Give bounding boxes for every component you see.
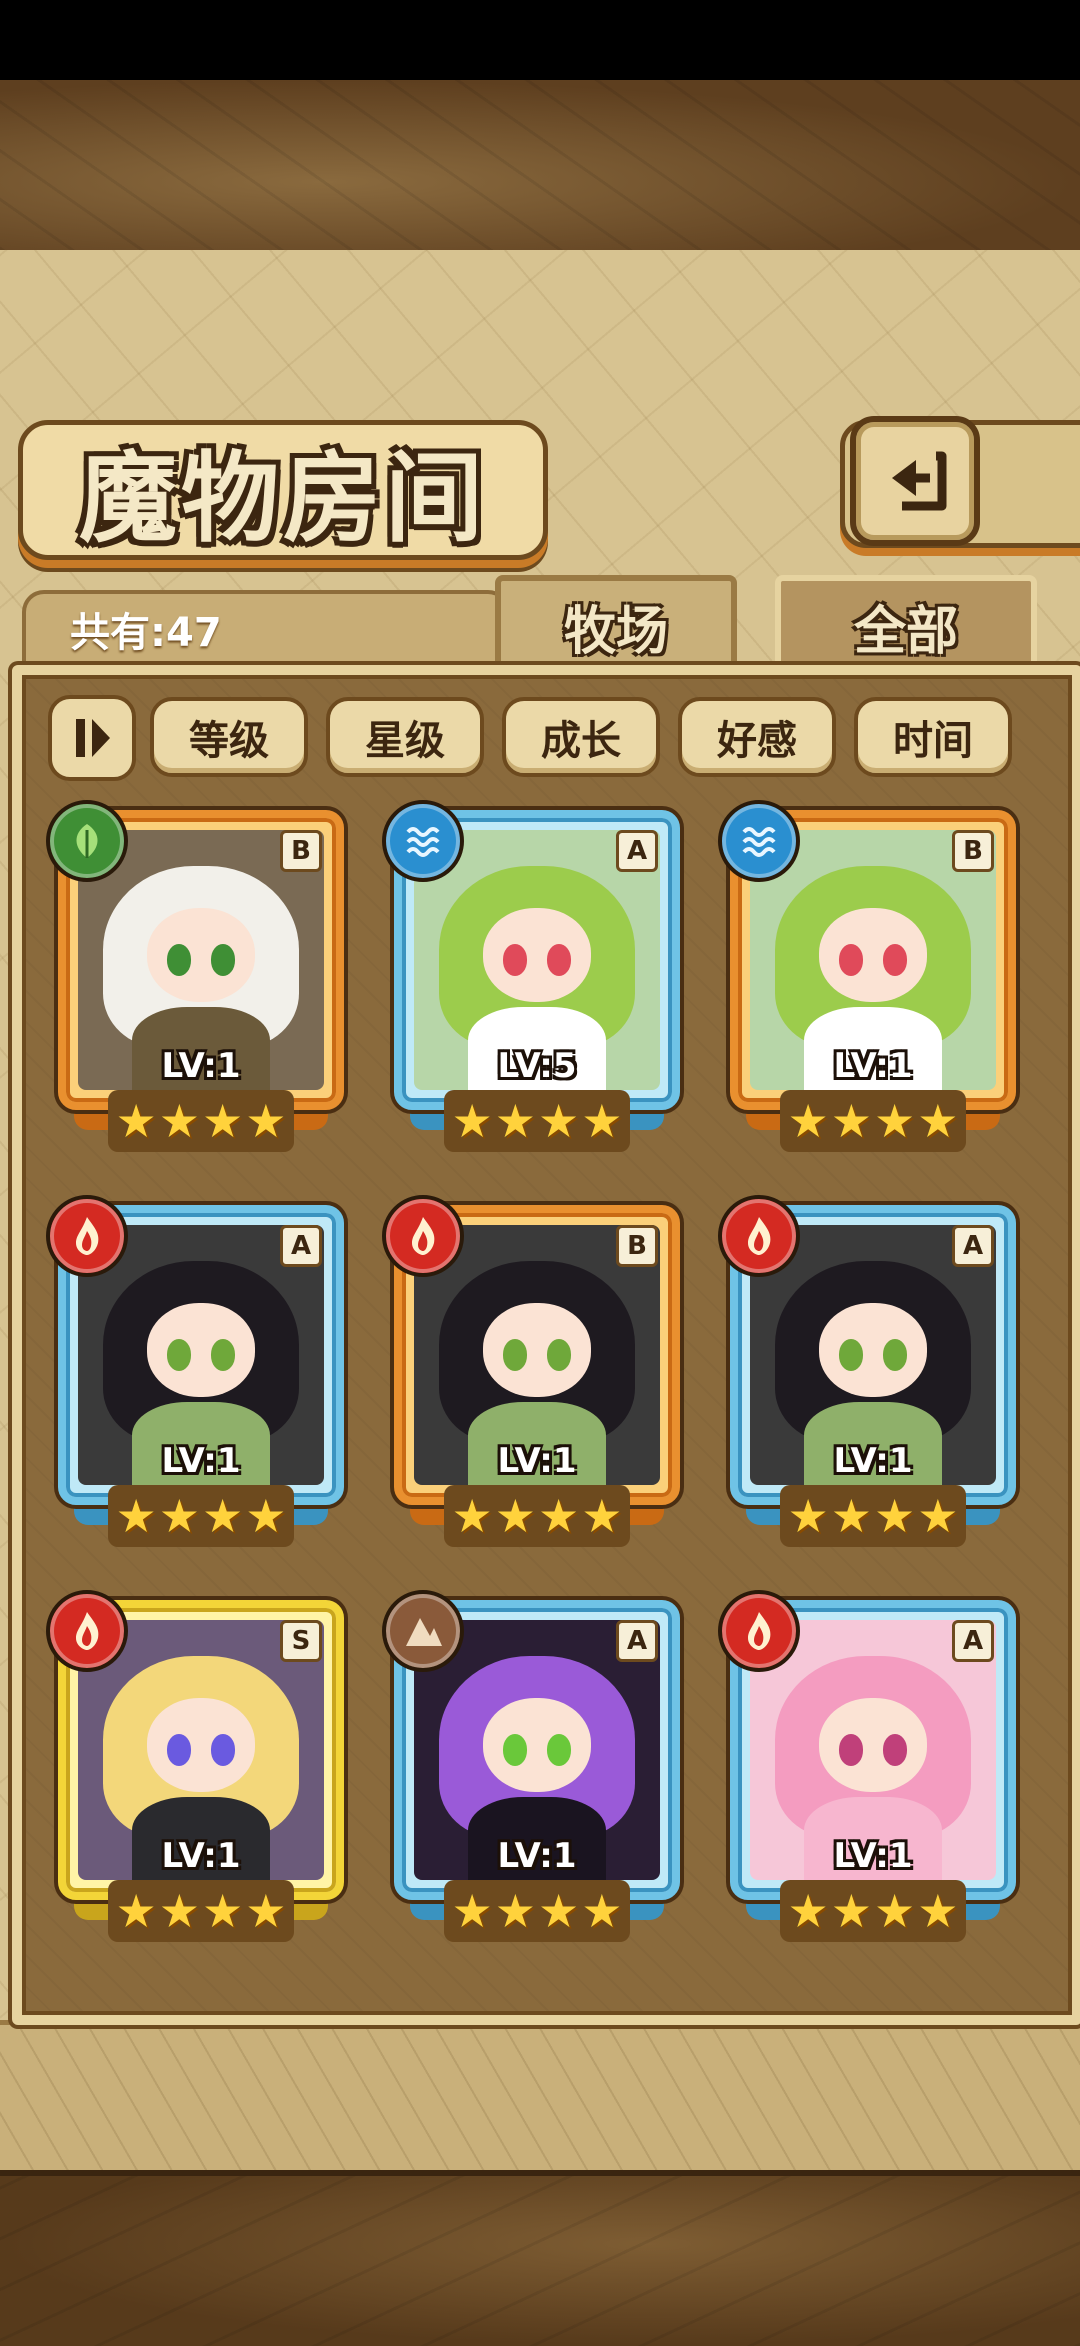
star-icon: ★ [245,1884,287,1938]
star-icon: ★ [830,1884,872,1938]
star-rating: ★ ★ ★ ★ [780,1090,966,1152]
star-icon: ★ [245,1094,287,1148]
star-rating: ★ ★ ★ ★ [780,1485,966,1547]
star-rating: ★ ★ ★ ★ [444,1880,630,1942]
star-icon: ★ [158,1489,200,1543]
sort-level-button[interactable]: 等级 [150,697,308,777]
status-bar [0,0,1080,80]
sort-time-button[interactable]: 时间 [854,697,1012,777]
star-icon: ★ [874,1884,916,1938]
monster-count: 共有:47 [70,610,222,656]
monster-card[interactable]: LV:1 B ★ ★ ★ ★ [46,800,354,1160]
monster-grade: B [280,830,322,872]
star-icon: ★ [787,1884,829,1938]
title-plate: 魔物房间 [18,420,548,560]
star-icon: ★ [494,1094,536,1148]
map-background-bottom [0,2170,1080,2346]
star-icon: ★ [538,1489,580,1543]
monster-card[interactable]: LV:1 B ★ ★ ★ ★ [382,1195,690,1555]
monster-level: LV:1 [161,1046,241,1086]
board-bottom-strip [0,2020,1080,2175]
monster-card[interactable]: LV:1 A ★ ★ ★ ★ [718,1195,1026,1555]
star-icon: ★ [115,1489,157,1543]
tab-all[interactable]: 全部 [775,575,1037,671]
tab-ranch[interactable]: 牧场 [495,575,737,671]
water-icon [718,800,800,882]
page-title: 魔物房间 [78,441,487,556]
sort-order-toggle[interactable] [48,695,136,781]
fire-icon [718,1590,800,1672]
star-icon: ★ [202,1489,244,1543]
star-icon: ★ [202,1094,244,1148]
star-icon: ★ [158,1094,200,1148]
monster-card[interactable]: LV:1 S ★ ★ ★ ★ [46,1590,354,1950]
monster-card[interactable]: LV:1 A ★ ★ ★ ★ [382,1590,690,1950]
fire-icon [718,1195,800,1277]
star-rating: ★ ★ ★ ★ [108,1880,294,1942]
star-icon: ★ [830,1489,872,1543]
star-icon: ★ [787,1489,829,1543]
monster-grade: A [952,1620,994,1662]
monster-level: LV:1 [161,1836,241,1876]
star-icon: ★ [874,1094,916,1148]
monster-level: LV:1 [497,1441,577,1481]
monster-grade: B [952,830,994,872]
star-rating: ★ ★ ★ ★ [780,1880,966,1942]
monster-level: LV:1 [833,1441,913,1481]
monster-card[interactable]: LV:5 A ★ ★ ★ ★ [382,800,690,1160]
monster-grade: S [280,1620,322,1662]
star-icon: ★ [538,1884,580,1938]
monster-card[interactable]: LV:1 A ★ ★ ★ ★ [718,1590,1026,1950]
star-icon: ★ [874,1489,916,1543]
star-rating: ★ ★ ★ ★ [444,1485,630,1547]
sort-growth-button[interactable]: 成长 [502,697,660,777]
monster-grade: A [280,1225,322,1267]
star-icon: ★ [917,1884,959,1938]
monster-card[interactable]: LV:1 B ★ ★ ★ ★ [718,800,1026,1160]
sort-order-icon [76,719,110,757]
star-icon: ★ [451,1489,493,1543]
monster-grade: A [616,830,658,872]
star-icon: ★ [787,1094,829,1148]
star-icon: ★ [115,1884,157,1938]
star-icon: ★ [451,1094,493,1148]
star-icon: ★ [917,1489,959,1543]
monster-level: LV:1 [497,1836,577,1876]
fire-icon [382,1195,464,1277]
monster-level: LV:1 [161,1441,241,1481]
sort-star-button[interactable]: 星级 [326,697,484,777]
star-icon: ★ [115,1094,157,1148]
monster-level: LV:1 [833,1046,913,1086]
star-icon: ★ [830,1094,872,1148]
water-icon [382,800,464,882]
star-icon: ★ [494,1489,536,1543]
monster-grade: B [616,1225,658,1267]
monster-level: LV:1 [833,1836,913,1876]
star-icon: ★ [538,1094,580,1148]
star-icon: ★ [451,1884,493,1938]
monster-card[interactable]: LV:1 A ★ ★ ★ ★ [46,1195,354,1555]
sort-affection-button[interactable]: 好感 [678,697,836,777]
back-button[interactable] [850,416,980,546]
monster-grade: A [616,1620,658,1662]
star-icon: ★ [581,1489,623,1543]
leaf-icon [46,800,128,882]
star-icon: ★ [581,1094,623,1148]
star-rating: ★ ★ ★ ★ [444,1090,630,1152]
star-icon: ★ [158,1884,200,1938]
star-icon: ★ [581,1884,623,1938]
fire-icon [46,1195,128,1277]
star-icon: ★ [202,1884,244,1938]
star-icon: ★ [245,1489,287,1543]
star-icon: ★ [917,1094,959,1148]
fire-icon [46,1590,128,1672]
back-arrow-icon [892,451,947,511]
star-rating: ★ ★ ★ ★ [108,1485,294,1547]
star-rating: ★ ★ ★ ★ [108,1090,294,1152]
monster-grade: A [952,1225,994,1267]
monster-level: LV:5 [497,1046,577,1086]
earth-icon [382,1590,464,1672]
star-icon: ★ [494,1884,536,1938]
map-background-top [0,80,1080,256]
